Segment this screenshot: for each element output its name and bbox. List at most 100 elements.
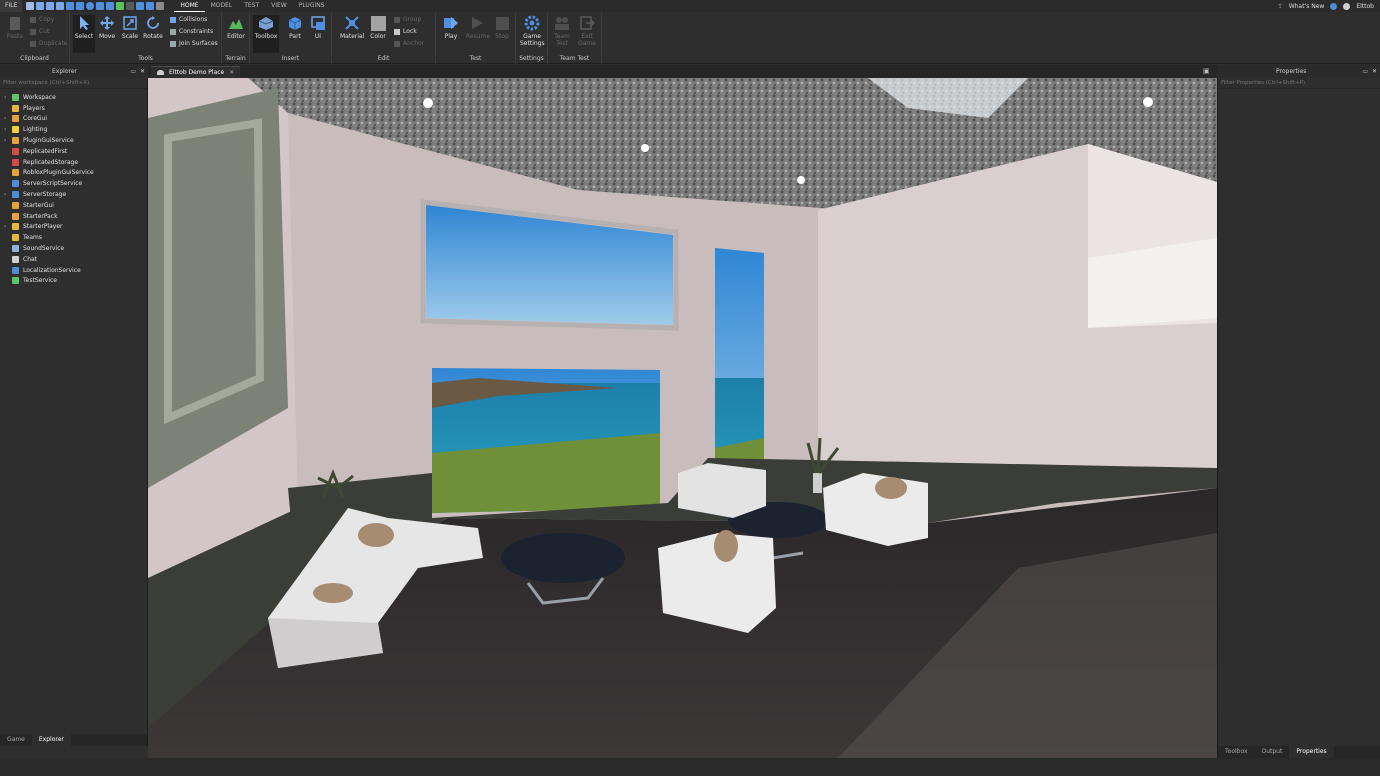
- stop-button[interactable]: Stop: [491, 15, 513, 40]
- game-settings-label: Game Settings: [520, 33, 545, 47]
- tab-output[interactable]: Output: [1255, 746, 1290, 758]
- anchor-icon: [394, 40, 400, 47]
- menu-tab-view[interactable]: VIEW: [265, 0, 293, 12]
- serverscriptservice-icon: [12, 180, 19, 188]
- rotate-quick-icon[interactable]: [56, 2, 65, 10]
- explorer-item-players[interactable]: Players: [0, 103, 147, 114]
- properties-close-icon[interactable]: ✕: [1372, 65, 1377, 78]
- rotate-button[interactable]: Rotate: [142, 15, 164, 40]
- join-surfaces-toggle[interactable]: Join Surfaces: [170, 40, 218, 47]
- block-quick-icon[interactable]: [76, 2, 85, 10]
- group-button[interactable]: Group: [394, 16, 421, 23]
- paste-button[interactable]: Paste: [4, 15, 26, 40]
- explorer-item-chat[interactable]: Chat: [0, 254, 147, 265]
- tab-explorer[interactable]: Explorer: [31, 734, 71, 746]
- terrain-group: Editor Terrain: [222, 12, 250, 64]
- scale-quick-icon[interactable]: [46, 2, 55, 10]
- tab-properties[interactable]: Properties: [1289, 746, 1334, 758]
- menu-tab-model[interactable]: MODEL: [205, 0, 239, 12]
- help-icon[interactable]: [1330, 2, 1338, 10]
- chevron-right-icon[interactable]: ›: [4, 223, 12, 230]
- explorer-filter-input[interactable]: Filter workspace (Ctrl+Shift+X): [0, 78, 147, 89]
- menu-tab-home[interactable]: HOME: [174, 0, 205, 12]
- exit-game-button[interactable]: Exit Game: [576, 15, 598, 47]
- explorer-item-robloxpluginguiservice[interactable]: RobloxPluginGuiService: [0, 168, 147, 179]
- material-button[interactable]: Material: [340, 15, 364, 40]
- terrain-editor-button[interactable]: Editor: [225, 15, 247, 40]
- explorer-close-icon[interactable]: ✕: [140, 65, 145, 78]
- tab-game[interactable]: Game: [0, 734, 32, 746]
- properties-filter-input[interactable]: Filter Properties (Ctrl+Shift+P): [1218, 78, 1380, 89]
- color-swatch-icon: [370, 15, 386, 31]
- chevron-right-icon[interactable]: ›: [4, 191, 12, 198]
- ui-button[interactable]: UI: [307, 15, 329, 40]
- team-test-button[interactable]: Team Test: [551, 15, 573, 47]
- explorer-item-replicatedstorage[interactable]: ReplicatedStorage: [0, 157, 147, 168]
- chevron-right-icon[interactable]: ›: [4, 94, 12, 101]
- select-button[interactable]: Select: [73, 15, 95, 53]
- resume-button[interactable]: Resume: [466, 15, 490, 40]
- move-arrows-icon: [99, 15, 115, 31]
- explorer-item-lighting[interactable]: › Lighting: [0, 124, 147, 135]
- play-quick-icon[interactable]: [116, 2, 125, 10]
- part-button[interactable]: Part: [284, 15, 306, 40]
- explorer-item-startergui[interactable]: StarterGui: [0, 200, 147, 211]
- notifications-icon[interactable]: [1343, 2, 1351, 10]
- settings-quick-icon[interactable]: [106, 2, 115, 10]
- collisions-toggle[interactable]: Collisions: [170, 16, 207, 23]
- explorer-item-testservice[interactable]: TestService: [0, 276, 147, 287]
- chevron-right-icon[interactable]: ›: [4, 126, 12, 133]
- document-tab[interactable]: Elttob Demo Place ✕: [151, 66, 241, 78]
- username-label[interactable]: Elttob: [1356, 3, 1374, 10]
- explorer-item-workspace[interactable]: › Workspace: [0, 92, 147, 103]
- duplicate-button[interactable]: Duplicate: [30, 40, 68, 47]
- explorer-item-soundservice[interactable]: SoundService: [0, 243, 147, 254]
- chevron-right-icon[interactable]: ›: [4, 115, 12, 122]
- viewport-fullscreen-icon[interactable]: ▣: [1203, 67, 1210, 75]
- stop-quick-icon[interactable]: [126, 2, 135, 10]
- chevron-right-icon[interactable]: ›: [4, 137, 12, 144]
- file-menu[interactable]: FILE: [0, 0, 23, 12]
- whats-new-link[interactable]: What's New: [1289, 3, 1325, 10]
- copy-button[interactable]: Copy: [30, 16, 54, 23]
- move-button[interactable]: Move: [96, 15, 118, 40]
- duplicate-label: Duplicate: [39, 40, 68, 47]
- constraints-toggle[interactable]: Constraints: [170, 28, 213, 35]
- explorer-item-coregui[interactable]: › CoreGui: [0, 114, 147, 125]
- explorer-item-serverstorage[interactable]: › ServerStorage: [0, 189, 147, 200]
- explorer-item-teams[interactable]: Teams: [0, 232, 147, 243]
- play-button[interactable]: Play: [440, 15, 462, 40]
- document-tab-close-icon[interactable]: ✕: [229, 67, 234, 78]
- select-quick-icon[interactable]: [26, 2, 35, 10]
- sphere-quick-icon[interactable]: [86, 2, 95, 10]
- color-button[interactable]: Color: [367, 15, 389, 40]
- explorer-item-starterplayer[interactable]: › StarterPlayer: [0, 222, 147, 233]
- game-settings-button[interactable]: Game Settings: [520, 15, 545, 47]
- explorer-dock-icon[interactable]: ▭: [130, 65, 136, 78]
- tools-group-label: Tools: [138, 55, 153, 62]
- anchor-button[interactable]: Anchor: [394, 40, 424, 47]
- constraints-label: Constraints: [179, 28, 214, 35]
- step-quick-icon[interactable]: [136, 2, 145, 10]
- explorer-item-starterpack[interactable]: StarterPack: [0, 211, 147, 222]
- menu-tab-plugins[interactable]: PLUGINS: [293, 0, 331, 12]
- move-quick-icon[interactable]: [36, 2, 45, 10]
- 3d-viewport[interactable]: [148, 78, 1217, 758]
- cut-button[interactable]: Cut: [30, 28, 49, 35]
- menu-tab-test[interactable]: TEST: [238, 0, 265, 12]
- share-icon[interactable]: ⇪: [1278, 3, 1283, 10]
- dropdown-quick-icon[interactable]: [156, 2, 165, 10]
- scale-button[interactable]: Scale: [119, 15, 141, 40]
- wedge-quick-icon[interactable]: [96, 2, 105, 10]
- scene-render[interactable]: [148, 78, 1217, 758]
- part-quick-icon[interactable]: [66, 2, 75, 10]
- explorer-item-pluginguiservice[interactable]: › PluginGuiService: [0, 135, 147, 146]
- properties-dock-icon[interactable]: ▭: [1362, 65, 1368, 78]
- explorer-item-localizationservice[interactable]: LocalizationService: [0, 265, 147, 276]
- explorer-item-replicatedfirst[interactable]: ReplicatedFirst: [0, 146, 147, 157]
- forward-quick-icon[interactable]: [146, 2, 155, 10]
- lock-button[interactable]: Lock: [394, 28, 417, 35]
- explorer-item-serverscriptservice[interactable]: ServerScriptService: [0, 178, 147, 189]
- toolbox-button[interactable]: Toolbox: [253, 15, 279, 53]
- tab-toolbox[interactable]: Toolbox: [1218, 746, 1255, 758]
